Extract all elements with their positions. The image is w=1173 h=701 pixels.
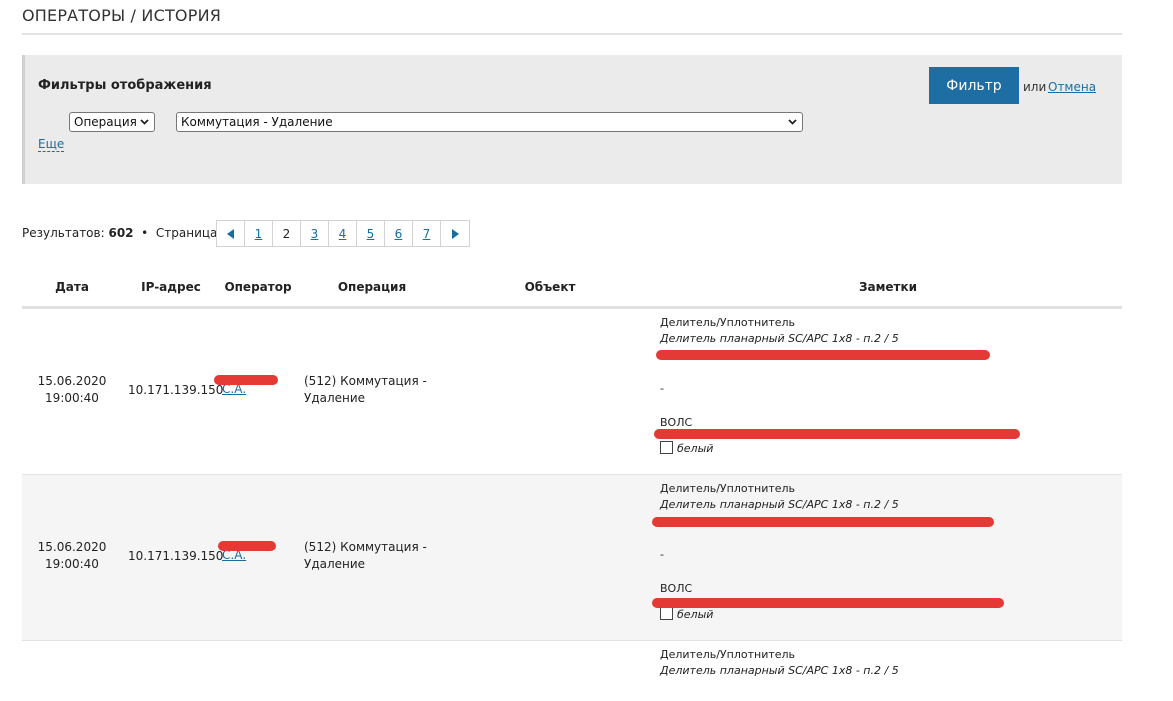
row-operator[interactable]: С.А. (214, 373, 278, 398)
page-title: ОПЕРАТОРЫ / ИСТОРИЯ (22, 6, 222, 25)
column-header-ip: IP-адрес (141, 280, 201, 294)
row-operation: (512) Коммутация - Удаление (304, 539, 444, 573)
row-notes: Делитель/Уплотнитель Делитель планарный … (660, 647, 1100, 679)
page-link-3[interactable]: 3 (301, 221, 329, 246)
row-date: 15.06.2020 19:00:40 (22, 539, 122, 573)
fiber-checkbox[interactable] (660, 607, 673, 620)
row-date: 15.06.2020 19:00:40 (22, 373, 122, 407)
page-link-6[interactable]: 6 (385, 221, 413, 246)
redaction-mark (654, 429, 1020, 439)
filter-panel: Фильтры отображения Операция Коммутация … (22, 55, 1122, 184)
more-filters-link[interactable]: Еще (38, 138, 65, 152)
table-row: 15.06.2020 19:00:40 10.171.139.150 С.А. … (22, 309, 1122, 475)
arrow-left-icon (226, 228, 234, 239)
results-summary: Результатов: 602 • Страница (22, 226, 217, 240)
column-header-object: Объект (524, 280, 576, 294)
row-ip: 10.171.139.150 (128, 383, 224, 397)
row-date-day: 15.06.2020 (37, 540, 107, 554)
table-row: 15.06.2020 19:00:40 10.171.139.150 С.А. … (22, 475, 1122, 641)
notes-device-type: Делитель/Уплотнитель (660, 648, 796, 661)
notes-device-name: Делитель планарный SC/APC 1x8 - п.2 / 5 (660, 332, 899, 345)
notes-fiber: белый (660, 607, 1100, 623)
filter-value-select-value: Коммутация - Удаление (181, 115, 333, 129)
operation-line-1: (512) Коммутация - (304, 374, 427, 388)
redaction-mark (214, 375, 278, 385)
redaction-mark (652, 517, 994, 527)
redaction-mark (656, 350, 990, 360)
notes-fiber-color: белый (677, 442, 714, 455)
page-link-7[interactable]: 7 (413, 221, 441, 246)
fiber-checkbox[interactable] (660, 441, 673, 454)
row-notes: Делитель/Уплотнитель Делитель планарный … (652, 481, 1100, 623)
or-text: или (1023, 80, 1047, 94)
row-operator[interactable]: С.А. (218, 539, 276, 564)
row-notes: Делитель/Уплотнитель Делитель планарный … (654, 315, 1100, 457)
page-label: Страница (155, 226, 218, 240)
chevron-down-icon (788, 119, 797, 125)
results-label: Результатов: (22, 226, 105, 240)
operation-line-2: Удаление (304, 557, 366, 571)
notes-device-type: Делитель/Уплотнитель (660, 482, 796, 495)
pagination: 1 2 3 4 5 6 7 (216, 220, 470, 247)
results-separator: • (141, 226, 149, 240)
results-count: 602 (108, 226, 134, 240)
column-header-operation: Операция (337, 280, 407, 294)
redaction-mark (218, 541, 276, 551)
page-current: 2 (273, 221, 301, 246)
notes-device-name: Делитель планарный SC/APC 1x8 - п.2 / 5 (660, 498, 899, 511)
title-divider (22, 33, 1122, 35)
row-operation: (512) Коммутация - Удаление (304, 373, 444, 407)
table-header: Дата IP-адрес Оператор Операция Объект З… (22, 270, 1122, 309)
redaction-mark (652, 598, 1004, 608)
notes-device-type: Делитель/Уплотнитель (660, 316, 796, 329)
filter-button[interactable]: Фильтр (929, 67, 1019, 104)
operation-line-2: Удаление (304, 391, 366, 405)
filter-heading: Фильтры отображения (38, 78, 212, 93)
cancel-link[interactable]: Отмена (1048, 80, 1096, 94)
notes-cable-type: ВОЛС (660, 582, 693, 595)
page-link-5[interactable]: 5 (357, 221, 385, 246)
page-link-1[interactable]: 1 (245, 221, 273, 246)
operation-line-1: (512) Коммутация - (304, 540, 427, 554)
notes-device-name: Делитель планарный SC/APC 1x8 - п.2 / 5 (660, 664, 899, 677)
row-ip: 10.171.139.150 (128, 549, 224, 563)
next-page-button[interactable] (441, 221, 469, 246)
arrow-right-icon (452, 228, 459, 239)
row-date-time: 19:00:40 (45, 391, 99, 405)
notes-fiber-color: белый (677, 608, 714, 621)
notes-dash: - (660, 382, 664, 395)
row-date-day: 15.06.2020 (37, 374, 107, 388)
page-link-4[interactable]: 4 (329, 221, 357, 246)
filter-field-select[interactable]: Операция (69, 112, 155, 132)
notes-fiber: белый (660, 441, 1100, 457)
filter-value-select[interactable]: Коммутация - Удаление (176, 112, 803, 132)
prev-page-button[interactable] (217, 221, 245, 246)
filter-field-select-value: Операция (74, 115, 137, 129)
notes-dash: - (660, 548, 664, 561)
row-date-time: 19:00:40 (45, 557, 99, 571)
table-row: Делитель/Уплотнитель Делитель планарный … (22, 641, 1122, 701)
column-header-notes: Заметки (858, 280, 918, 294)
chevron-down-icon (140, 119, 149, 125)
column-header-operator: Оператор (224, 280, 292, 294)
column-header-date: Дата (55, 280, 89, 294)
